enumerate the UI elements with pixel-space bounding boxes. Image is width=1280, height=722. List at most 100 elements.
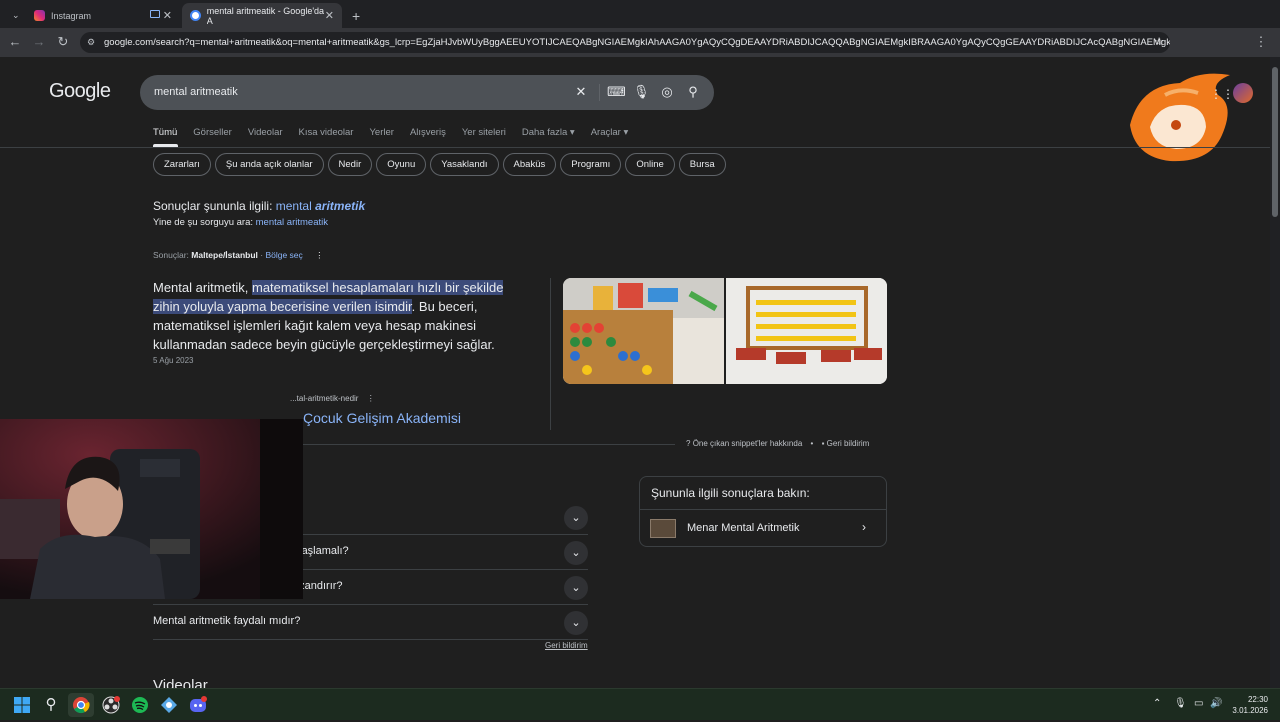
source-url-text: ...tal-aritmetik-nedir [290, 394, 359, 403]
clock-time: 22:30 [1247, 695, 1268, 704]
obs-icon[interactable] [101, 695, 121, 715]
chip[interactable]: Nedir [327, 153, 373, 176]
search-icon[interactable]: ⚲ [41, 695, 61, 715]
bookmark-star-icon[interactable]: ☆ [1154, 35, 1164, 48]
chip[interactable]: Şu anda açık olanlar [214, 153, 324, 176]
location-line: Sonuçlar: Maltepe/İstanbul · Bölge seç ⋮ [153, 250, 324, 260]
address-bar[interactable]: ⚙ google.com/search?q=mental+aritmeatik&… [80, 32, 1170, 53]
faq-feedback-link[interactable]: Geri bildirim [545, 641, 588, 650]
windows-start-icon[interactable] [12, 695, 32, 715]
related-title: Şununla ilgili sonuçlara bakın: [651, 486, 810, 500]
snippet-date: 5 Ağu 2023 [153, 356, 194, 365]
tab-title: mental aritmeatik - Google'da A [206, 5, 325, 26]
site-info-icon[interactable]: ⚙ [87, 37, 95, 48]
tab-places[interactable]: Yerler [369, 127, 393, 147]
entity-thumbnail [650, 519, 676, 538]
divider [599, 84, 600, 101]
chip[interactable]: Abaküs [502, 153, 557, 176]
help-icon: ? [686, 439, 691, 448]
search-icon[interactable]: ⚲ [685, 84, 701, 100]
chip[interactable]: Online [625, 153, 675, 176]
clock[interactable]: 22:30 3.01.2026 [1232, 694, 1268, 716]
close-icon[interactable]: ✕ [163, 9, 172, 22]
correction-prefix: Sonuçlar şununla ilgili: [153, 199, 273, 213]
divider [640, 509, 886, 510]
menu-icon[interactable]: ⋮ [1253, 34, 1269, 50]
close-icon[interactable]: ✕ [325, 9, 334, 22]
choose-region-link[interactable]: Bölge seç [265, 250, 302, 260]
microphone-icon[interactable]: 🎙 [1174, 698, 1187, 709]
tab-videos[interactable]: Videolar [248, 127, 283, 147]
search-tabs: Tümü Görseller Videolar Kısa videolar Ye… [153, 127, 644, 147]
more-options-icon[interactable]: ⋮ [315, 250, 324, 260]
app-icon[interactable] [159, 695, 179, 715]
google-logo[interactable]: Google [49, 80, 111, 103]
webcam-overlay [0, 419, 303, 599]
spotify-icon[interactable] [130, 695, 150, 715]
apps-icon[interactable]: ⋮⋮ [1210, 87, 1234, 101]
about-snippets-link[interactable]: Öne çıkan snippet'ler hakkında [693, 439, 803, 448]
abacus-image-yellow[interactable] [726, 278, 887, 384]
chevron-down-icon[interactable]: ⌄ [564, 611, 588, 635]
corrected-query-link[interactable]: mental aritmetik [276, 199, 365, 213]
new-tab-button[interactable]: + [344, 3, 364, 28]
chevron-down-icon: ⌄ [12, 10, 20, 20]
scrollbar-thumb[interactable] [1272, 67, 1278, 217]
volume-icon[interactable]: 🔊 [1210, 698, 1222, 709]
microphone-icon[interactable]: 🎙 [633, 84, 650, 100]
back-button[interactable]: ← [7, 34, 23, 50]
url-text: google.com/search?q=mental+aritmeatik&oq… [104, 37, 1170, 48]
spelling-correction: Sonuçlar şununla ilgili: mental aritmeti… [153, 199, 365, 213]
tab-sites[interactable]: Yer siteleri [462, 127, 506, 147]
chip[interactable]: Programı [560, 153, 622, 176]
google-icon [190, 10, 201, 21]
avatar[interactable] [1233, 83, 1253, 103]
search-box[interactable]: mental aritmeatik ✕ ⌨ 🎙 ◎ ⚲ [140, 75, 714, 110]
divider [550, 278, 551, 430]
discord-icon[interactable] [188, 695, 208, 715]
faq-row[interactable]: Mental aritmetik faydalı mıdır? ⌄ [153, 605, 588, 640]
keyboard-icon[interactable]: ⌨ [607, 84, 626, 100]
tab-instagram[interactable]: Instagram ✕ [26, 3, 180, 28]
lens-icon[interactable]: ◎ [659, 84, 675, 100]
search-input[interactable]: mental aritmeatik [154, 86, 238, 98]
tray-chevron-up-icon[interactable]: ⌃ [1153, 698, 1161, 709]
chevron-down-icon[interactable]: ⌄ [564, 541, 588, 565]
chrome-taskbar-button[interactable] [68, 693, 94, 717]
filter-chips: Zararları Şu anda açık olanlar Nedir Oyu… [153, 153, 726, 176]
divider [0, 147, 1270, 148]
tab-shopping[interactable]: Alışveriş [410, 127, 446, 147]
chip[interactable]: Yasaklandı [430, 153, 499, 176]
abacus-image-colorful[interactable] [563, 278, 724, 384]
source-url: ...tal-aritmetik-nedir ⋮ [290, 394, 375, 403]
forward-button[interactable]: → [31, 34, 47, 50]
scrollbar[interactable] [1270, 57, 1280, 688]
clear-icon[interactable]: ✕ [573, 84, 589, 100]
tab-title: Instagram [51, 10, 92, 21]
videos-heading: Videolar [153, 677, 208, 688]
chip[interactable]: Oyunu [376, 153, 427, 176]
chip[interactable]: Bursa [678, 153, 726, 176]
chip[interactable]: Zararları [153, 153, 211, 176]
tab-images[interactable]: Görseller [193, 127, 232, 147]
search-results-page: Google mental aritmeatik ✕ ⌨ 🎙 ◎ ⚲ ⋮⋮ Tü… [0, 57, 1270, 688]
chevron-down-icon[interactable]: ⌄ [564, 506, 588, 530]
tab-tools[interactable]: Araçlar ▾ [591, 127, 629, 147]
more-options-icon[interactable]: ⋮ [367, 394, 375, 403]
tab-more-label: Daha fazla [521, 127, 568, 138]
chevron-right-icon[interactable]: › [862, 520, 866, 534]
chevron-down-icon[interactable]: ⌄ [564, 576, 588, 600]
caret-down-icon: ▾ [569, 127, 575, 138]
tab-short-videos[interactable]: Kısa videolar [299, 127, 354, 147]
reload-button[interactable]: ↻ [55, 34, 71, 50]
related-item-link[interactable]: Menar Mental Aritmetik [687, 522, 799, 534]
feedback-link[interactable]: Geri bildirim [827, 439, 870, 448]
search-instead-link[interactable]: mental aritmeatik [256, 217, 328, 228]
tab-search-button[interactable]: ⌄ [4, 3, 22, 28]
display-icon[interactable]: ▭ [1194, 698, 1203, 709]
tab-more[interactable]: Daha fazla ▾ [522, 127, 575, 147]
corrected-word: mental [275, 199, 312, 213]
tab-tools-label: Araçlar [590, 127, 621, 138]
source-title-link[interactable]: Çocuk Gelişim Akademisi [303, 410, 461, 426]
tab-google-search[interactable]: mental aritmeatik - Google'da A ✕ [182, 3, 342, 28]
